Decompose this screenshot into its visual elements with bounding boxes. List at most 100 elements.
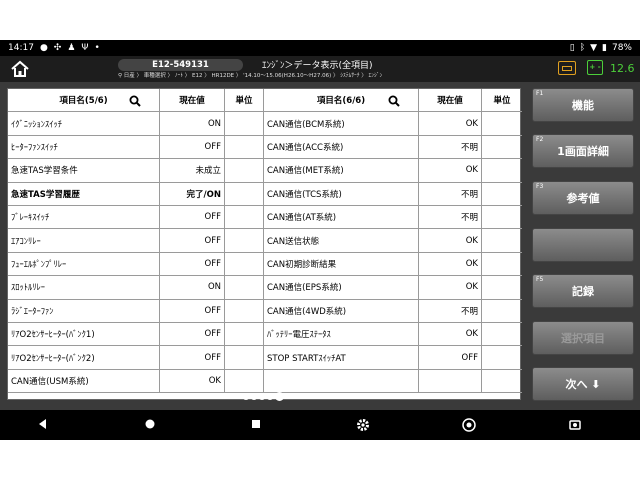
item-value-left: OFF <box>160 346 225 370</box>
item-unit-right <box>482 300 522 323</box>
item-value-left: ON <box>160 112 225 136</box>
item-value-right: OK <box>419 323 482 347</box>
search-icon[interactable] <box>388 95 400 107</box>
page-dot[interactable] <box>251 393 257 400</box>
record-button[interactable]: F5 記録 <box>532 274 634 308</box>
fkey-label: 選択項目 <box>561 332 605 345</box>
vci-connection-icon <box>558 61 576 75</box>
item-value-right: 不明 <box>419 206 482 230</box>
item-name-left: ﾗｼﾞｴｰﾀｰﾌｧﾝ <box>8 299 160 323</box>
table-row[interactable]: 急速TAS学習履歴 完了/ON CAN通信(TCS系統) 不明 <box>8 182 522 206</box>
fkey-label: 1画面詳細 <box>557 145 609 158</box>
settings-icon[interactable] <box>356 418 370 432</box>
page-dot[interactable] <box>267 393 273 400</box>
item-name-right: CAN送信状態 <box>264 229 419 253</box>
more-notifications-icon: • <box>94 43 100 53</box>
back-icon[interactable] <box>37 418 49 430</box>
page-title: ｴﾝｼﾞﾝ＞データ表示(全項目) <box>262 61 373 71</box>
item-unit-right <box>482 346 522 370</box>
detail-view-button[interactable]: F2 1画面詳細 <box>532 134 634 168</box>
item-name-right: CAN通信(4WD系統) <box>264 299 419 323</box>
fkey-tag: F2 <box>536 136 544 143</box>
item-unit-left <box>225 182 264 206</box>
page-dot[interactable] <box>243 393 249 400</box>
table-row[interactable]: ﾗｼﾞｴｰﾀｰﾌｧﾝ OFF CAN通信(4WD系統) 不明 <box>8 299 522 323</box>
car-battery-icon: + - <box>587 60 603 75</box>
table-row[interactable]: ﾋｰﾀｰﾌｧﾝｽｲｯﾁ OFF CAN通信(ACC系統) 不明 <box>8 135 522 160</box>
item-name-right: CAN初期診断結果 <box>264 252 419 277</box>
item-name-right: CAN通信(TCS系統) <box>264 182 419 206</box>
chrome-icon[interactable] <box>462 418 476 432</box>
pinwheel-icon: ✣ <box>53 43 62 53</box>
fkey-label: 機能 <box>572 99 594 112</box>
item-unit-right <box>482 253 522 277</box>
chat-icon: ● <box>39 43 48 53</box>
item-value-right: OK <box>419 112 482 136</box>
function-button[interactable]: F1 機能 <box>532 88 634 122</box>
item-value-right: OK <box>419 159 482 183</box>
item-name-left: ﾋｰﾀｰﾌｧﾝｽｲｯﾁ <box>8 135 160 160</box>
table-row[interactable]: ﾌｭｰｴﾙﾎﾟﾝﾌﾟﾘﾚｰ OFF CAN初期診断結果 OK <box>8 252 522 277</box>
blank-function-button[interactable] <box>532 228 634 262</box>
recents-icon[interactable] <box>250 418 262 430</box>
item-name-right: STOP STARTｽｲｯﾁAT <box>264 346 419 370</box>
item-name-left: CAN通信(USM系統) <box>8 369 160 394</box>
item-name-left: ｴｱｺﾝﾘﾚｰ <box>8 229 160 253</box>
page-indicator <box>243 392 284 401</box>
screenshot-icon[interactable] <box>568 418 582 432</box>
voltage-readout: 12.6 <box>610 62 635 75</box>
item-unit-right <box>482 229 522 253</box>
item-unit-right <box>482 112 522 136</box>
android-nav-bar <box>0 410 640 440</box>
item-value-left: OFF <box>160 229 225 253</box>
item-value-left: ON <box>160 276 225 300</box>
person-icon: ♟ <box>67 43 76 53</box>
table-row[interactable]: CAN通信(USM系統) OK <box>8 369 522 394</box>
column-header-value-right: 現在値 <box>419 89 482 113</box>
item-name-right: ﾊﾞｯﾃﾘｰ電圧ｽﾃｰﾀｽ <box>264 323 419 347</box>
table-row[interactable]: ﾘｱO2ｾﾝｻｰﾋｰﾀｰ(ﾊﾞﾝｸ1) OFF ﾊﾞｯﾃﾘｰ電圧ｽﾃｰﾀｽ OK <box>8 323 522 347</box>
item-unit-left <box>225 159 264 183</box>
battery-icon: ▮ <box>602 43 607 53</box>
item-name-right: CAN通信(ACC系統) <box>264 135 419 160</box>
item-unit-right <box>482 276 522 300</box>
selected-items-button[interactable]: 選択項目 <box>532 321 634 355</box>
fkey-label: 次へ ⬇ <box>565 378 601 391</box>
item-value-right: OK <box>419 276 482 300</box>
item-unit-left <box>225 229 264 253</box>
table-row[interactable]: ﾌﾞﾚｰｷｽｲｯﾁ OFF CAN通信(AT系統) 不明 <box>8 206 522 230</box>
table-row[interactable]: 急速TAS学習条件 未成立 CAN通信(MET系統) OK <box>8 159 522 183</box>
item-value-left: OFF <box>160 323 225 347</box>
item-value-right: OK <box>419 252 482 277</box>
home-icon[interactable] <box>10 60 30 78</box>
vin-label: E12-549131 <box>118 59 243 71</box>
next-button[interactable]: 次へ ⬇ <box>532 367 634 401</box>
table-row[interactable]: ｽﾛｯﾄﾙﾘﾚｰ ON CAN通信(EPS系統) OK <box>8 276 522 300</box>
item-unit-right <box>482 323 522 347</box>
table-row[interactable]: ｴｱｺﾝﾘﾚｰ OFF CAN送信状態 OK <box>8 229 522 253</box>
table-row[interactable]: ｲｸﾞﾆｯｼｮﾝｽｲｯﾁ ON CAN通信(BCM系統) OK <box>8 112 522 136</box>
table-row[interactable]: ﾘｱO2ｾﾝｻｰﾋｰﾀｰ(ﾊﾞﾝｸ2) OFF STOP STARTｽｲｯﾁAT OF… <box>8 346 522 370</box>
item-unit-left <box>225 299 264 323</box>
fkey-tag: F5 <box>536 276 544 283</box>
item-unit-left <box>225 206 264 230</box>
item-value-left: OK <box>160 369 225 394</box>
table-header-row: 項目名(5/6) 現在値 単位 項目名(6/6) 現在値 単位 <box>8 89 522 113</box>
item-value-left: 完了/ON <box>160 182 225 206</box>
page-dot[interactable] <box>275 392 284 401</box>
app-header: E12-549131 ｴﾝｼﾞﾝ＞データ表示(全項目) ⚲ 日産 〉 車種選択 … <box>0 56 640 82</box>
reference-value-button[interactable]: F3 参考値 <box>532 181 634 215</box>
item-unit-left <box>225 112 264 136</box>
home-circle-icon[interactable] <box>144 418 156 430</box>
bluetooth-icon: ᛒ <box>579 43 586 53</box>
item-unit-left <box>225 346 264 370</box>
fkey-label: 記録 <box>572 285 594 298</box>
status-bar: 14:17 ● ✣ ♟ Ψ • ▯ ᛒ ▼ ▮ 78% <box>0 40 640 56</box>
fkey-tag: F1 <box>536 90 544 97</box>
item-name-right: CAN通信(BCM系統) <box>264 112 419 136</box>
search-icon[interactable] <box>129 95 141 107</box>
page-dot[interactable] <box>259 393 265 400</box>
clock: 14:17 <box>8 43 34 53</box>
item-name-right: CAN通信(MET系統) <box>264 159 419 183</box>
item-name-left: 急速TAS学習履歴 <box>8 182 160 206</box>
